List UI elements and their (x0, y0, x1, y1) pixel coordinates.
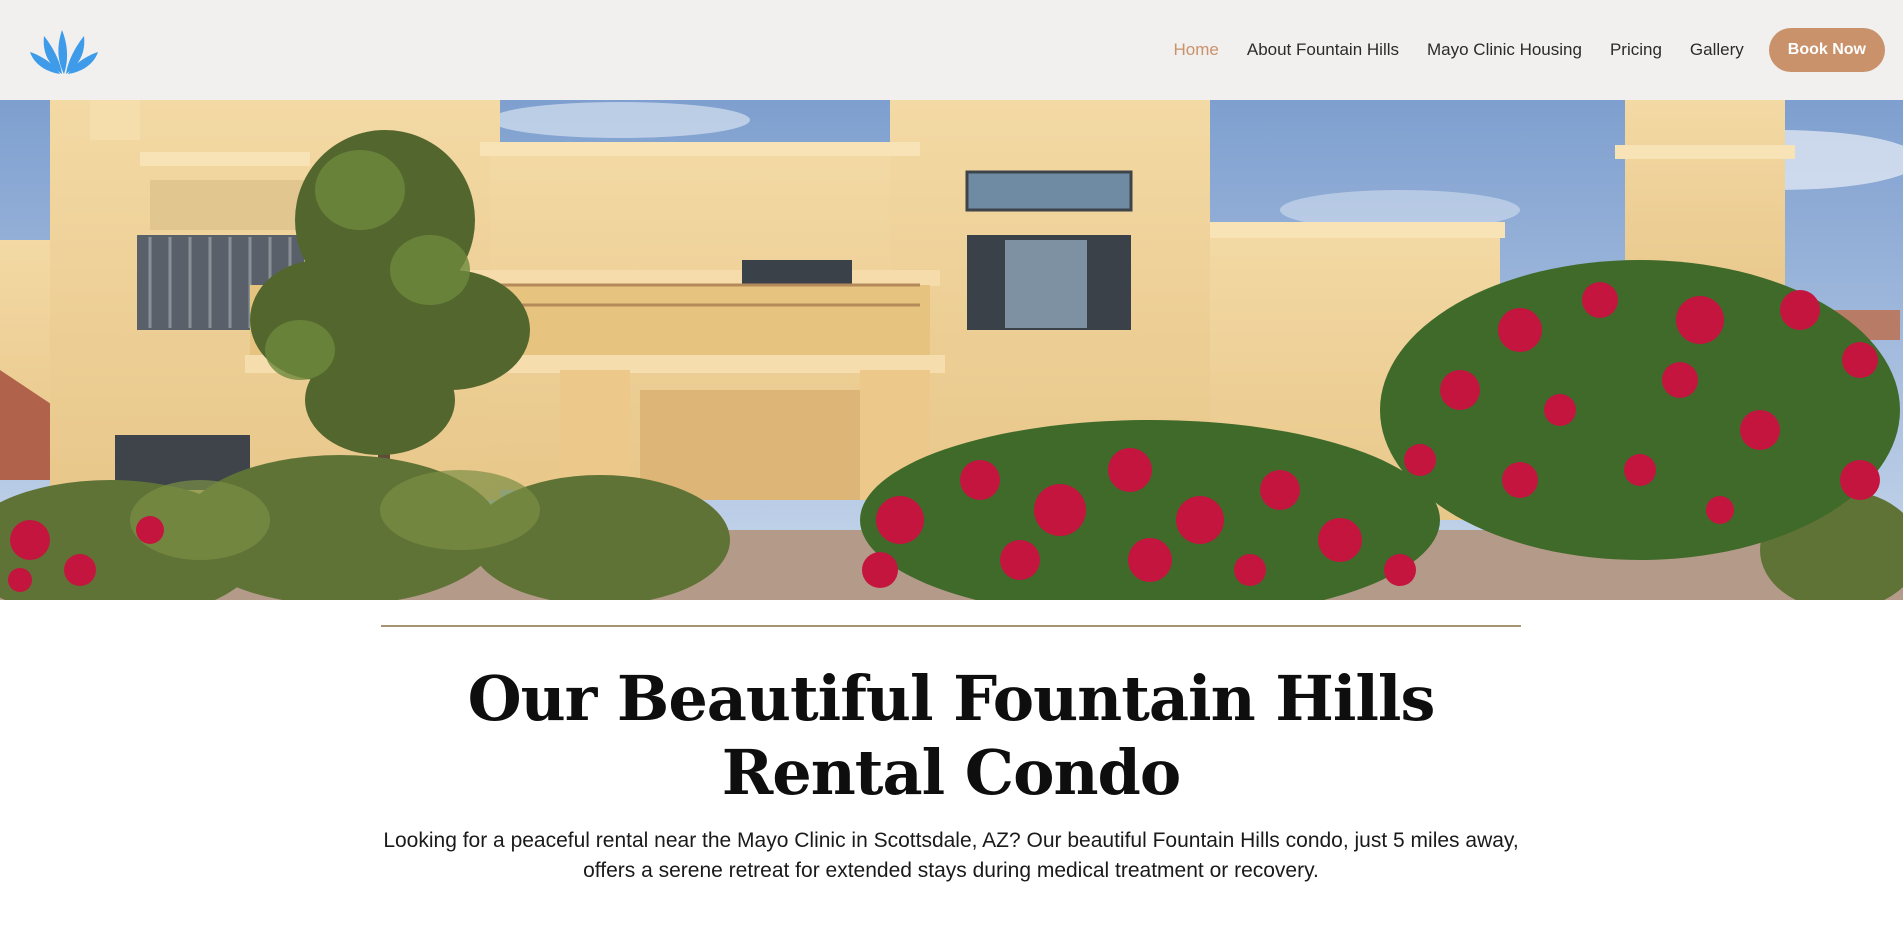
nav-gallery[interactable]: Gallery (1690, 40, 1744, 60)
hero-condo-image (0, 100, 1903, 600)
nav-pricing[interactable]: Pricing (1610, 40, 1662, 60)
nav-about-fountain-hills[interactable]: About Fountain Hills (1247, 40, 1399, 60)
nav-home[interactable]: Home (1174, 40, 1219, 60)
section-divider (381, 625, 1521, 627)
site-header: Home About Fountain Hills Mayo Clinic Ho… (0, 0, 1903, 100)
nav-mayo-clinic-housing[interactable]: Mayo Clinic Housing (1427, 40, 1582, 60)
intro-description: Looking for a peaceful rental near the M… (383, 829, 1519, 882)
book-now-button[interactable]: Book Now (1768, 28, 1885, 72)
fountain-logo-icon[interactable] (28, 22, 100, 76)
page-title: Our Beautiful Fountain Hills Rental Cond… (467, 662, 1436, 809)
main-nav: Home About Fountain Hills Mayo Clinic Ho… (1146, 28, 1885, 72)
